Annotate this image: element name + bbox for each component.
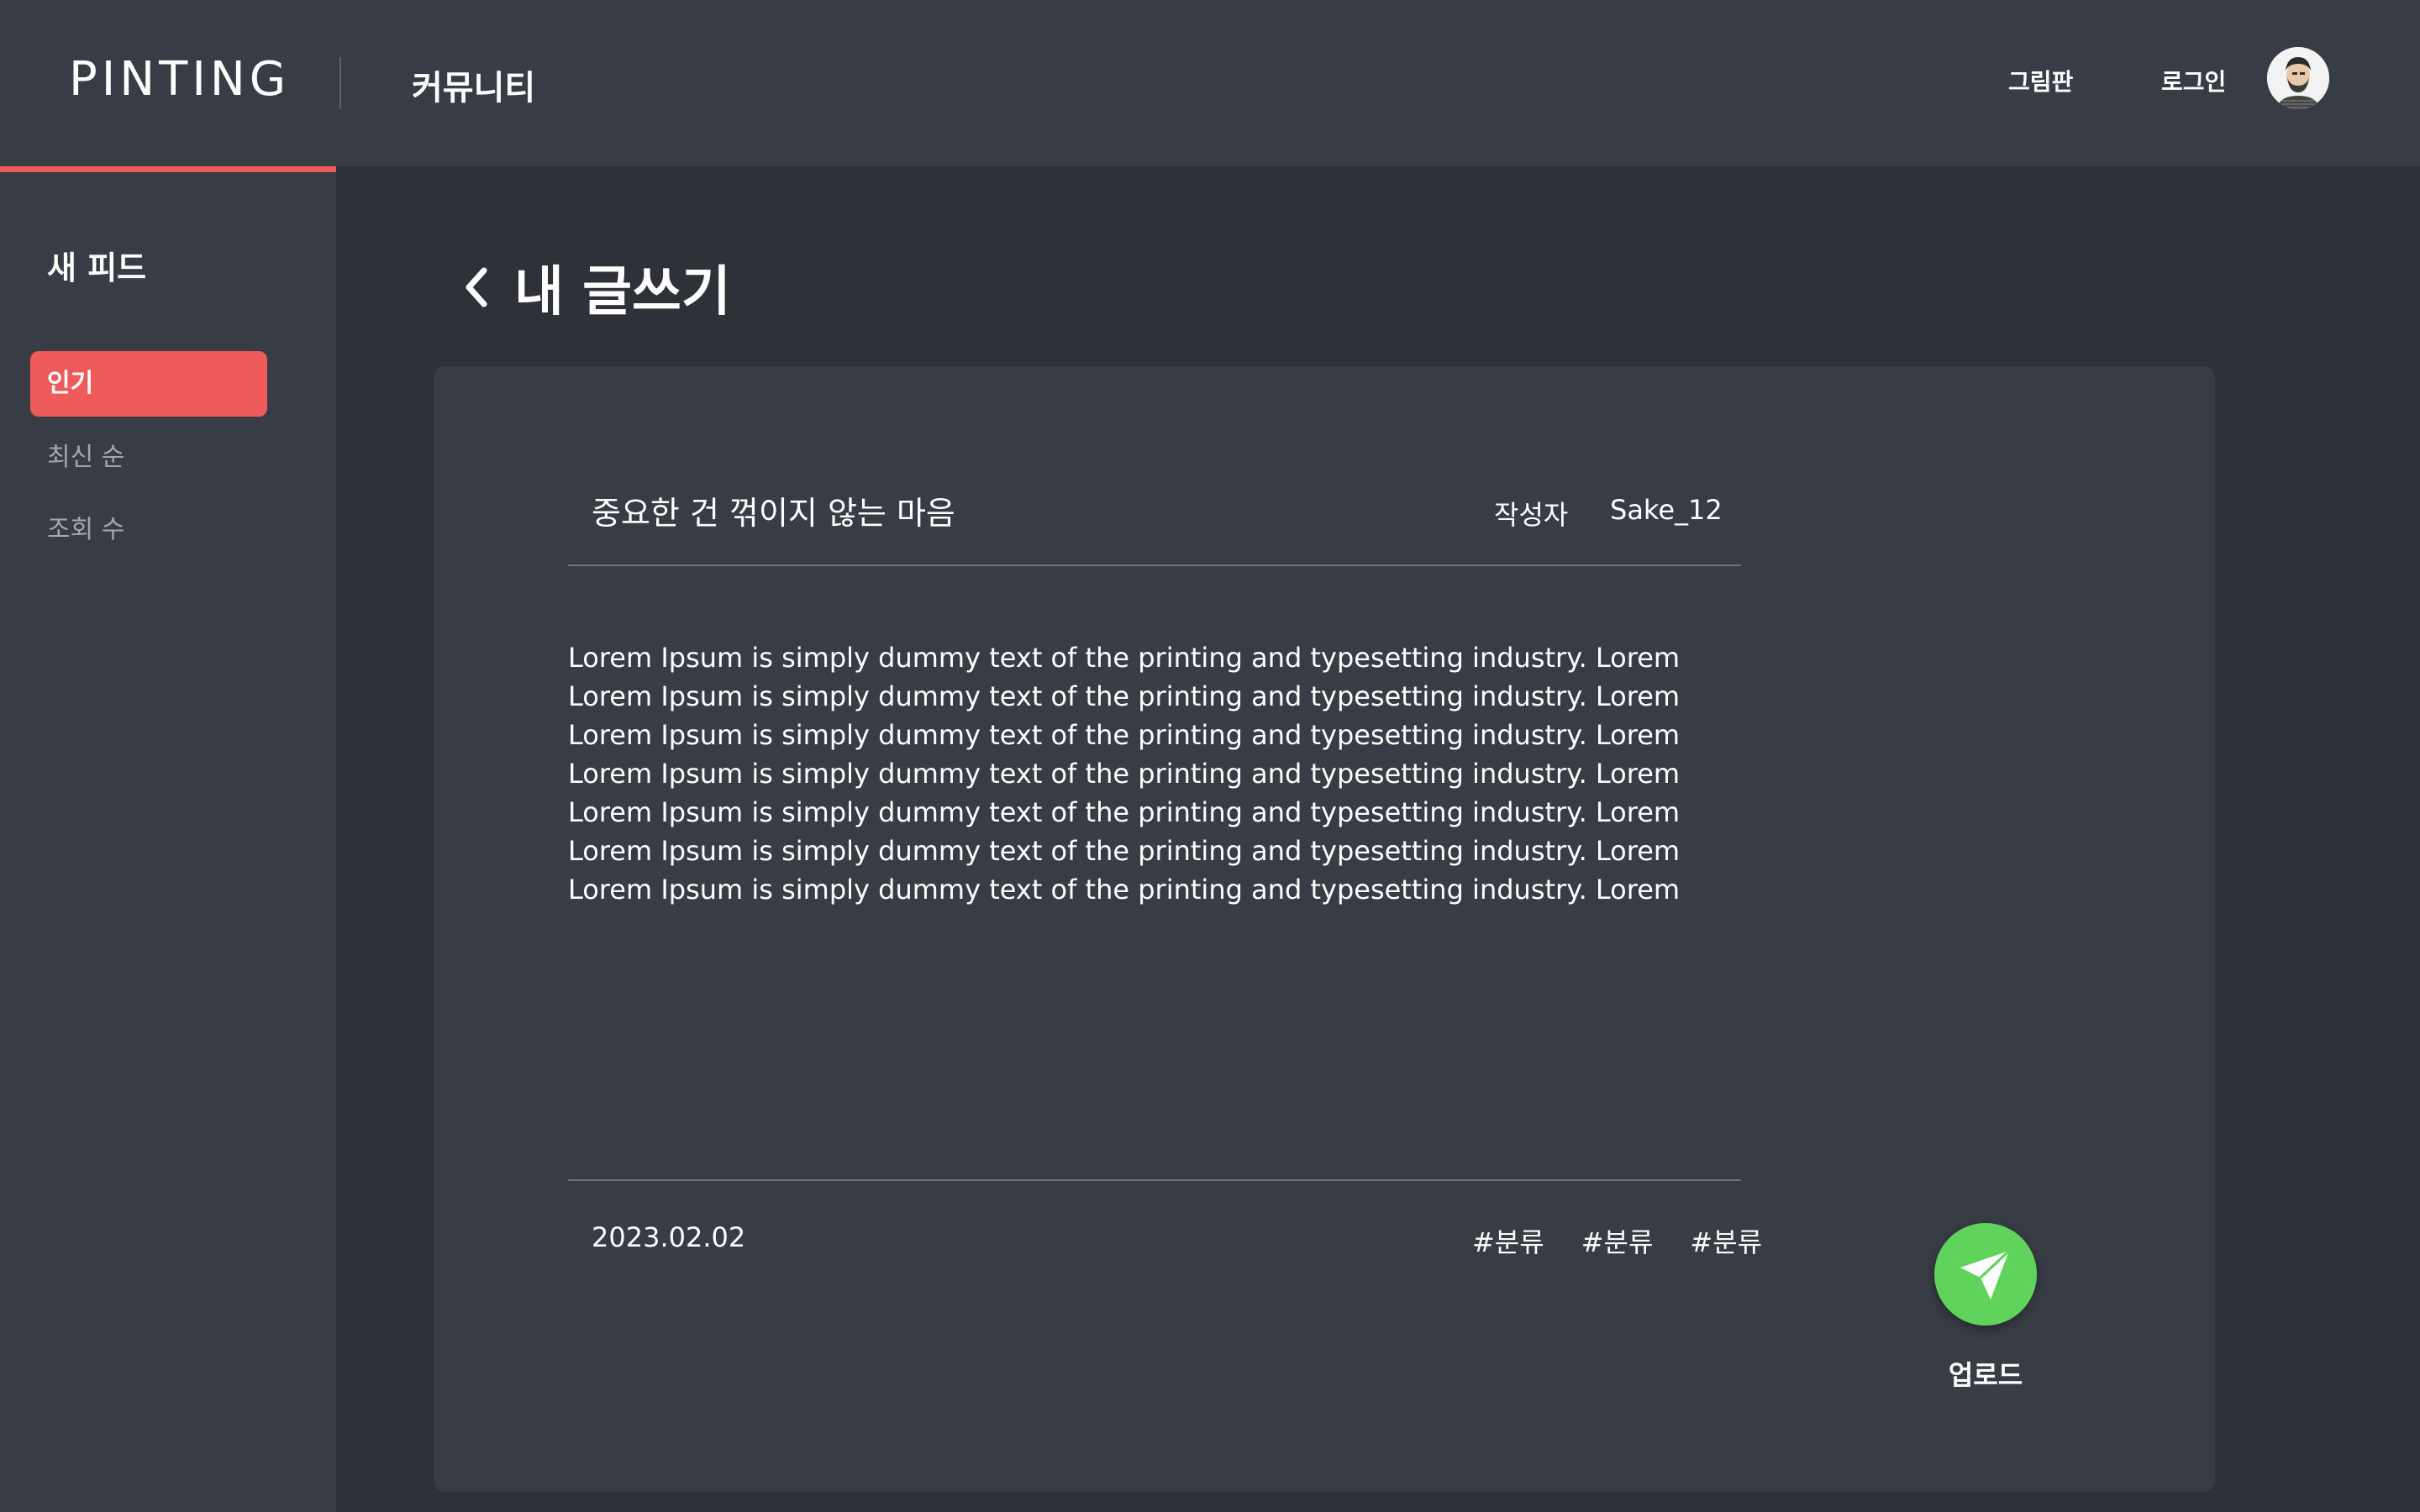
paper-plane-icon <box>1960 1249 2011 1299</box>
nav-board-link[interactable]: 그림판 <box>2008 64 2073 97</box>
avatar[interactable] <box>2267 47 2329 109</box>
top-bar: PINTING 커뮤니티 그림판 로그인 <box>0 0 2420 166</box>
tag[interactable]: #분류 <box>1690 1221 1762 1260</box>
header-divider <box>339 57 341 109</box>
footer-divider <box>568 1179 1741 1181</box>
page-title: 내 글쓰기 <box>514 261 731 323</box>
post-card <box>434 366 2215 1492</box>
author-label: 작성자 <box>1494 499 1569 531</box>
post-title[interactable]: 중요한 건 꺾이지 않는 마음 <box>592 487 955 533</box>
sidebar-item-views[interactable]: 조회 수 <box>30 497 267 563</box>
nav-login-link[interactable]: 로그인 <box>2161 64 2226 97</box>
chevron-left-icon[interactable] <box>454 257 497 318</box>
tag-list: #분류 #분류 #분류 <box>1472 1221 1762 1260</box>
upload-label[interactable]: 업로드 <box>1941 1354 2030 1393</box>
logo[interactable]: PINTING <box>69 52 290 107</box>
user-avatar-icon <box>2267 47 2329 109</box>
sidebar-title: 새 피드 <box>47 249 147 286</box>
page-heading: 내 글쓰기 <box>454 254 731 323</box>
section-title: 커뮤니티 <box>412 69 536 108</box>
upload-button[interactable] <box>1934 1223 2037 1326</box>
tag[interactable]: #분류 <box>1581 1221 1654 1260</box>
sidebar-accent-bar <box>0 166 336 172</box>
post-date: 2023.02.02 <box>592 1221 746 1253</box>
sidebar-item-popular[interactable]: 인기 <box>30 351 267 417</box>
title-divider <box>568 564 1741 566</box>
author-name: Sake_12 <box>1610 494 1723 526</box>
tag[interactable]: #분류 <box>1472 1221 1544 1260</box>
post-body[interactable]: Lorem Ipsum is simply dummy text of the … <box>568 638 1744 909</box>
sidebar-item-latest[interactable]: 최신 순 <box>30 425 267 491</box>
